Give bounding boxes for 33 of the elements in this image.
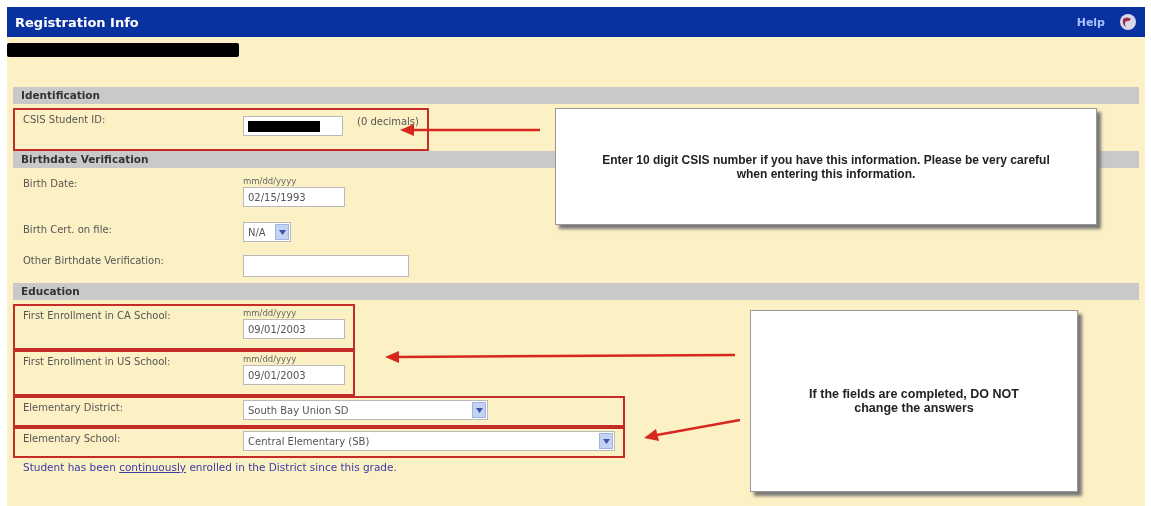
date-input[interactable]: 09/01/2003 (243, 365, 345, 385)
date-input[interactable]: 02/15/1993 (243, 187, 345, 207)
caret-icon (275, 224, 289, 240)
field-label: Birth Cert. on file: (23, 223, 113, 235)
dropdown[interactable]: N/A (243, 222, 291, 242)
field-label: Birth Date: (23, 177, 79, 189)
caret-icon (599, 433, 613, 449)
text-input[interactable] (243, 255, 409, 277)
redaction-bar (248, 120, 320, 132)
globe-icon[interactable] (1119, 13, 1137, 31)
callout: If the fields are completed, DO NOT change the answers (750, 310, 1078, 492)
id-input[interactable] (243, 116, 343, 136)
field-label: First Enrollment in CA School: (23, 309, 172, 321)
info-link[interactable]: continuously (119, 461, 187, 473)
date-input[interactable]: 09/01/2003 (243, 319, 345, 339)
field-label: CSIS Student ID: (23, 113, 107, 125)
field-label: Elementary School: (23, 432, 122, 444)
info-text: Student has been continuously enrolled in the District since this grade. (22, 460, 398, 475)
callout: Enter 10 digit CSIS number if you have this information. Please be very careful when entering this information. (555, 108, 1097, 225)
help-link[interactable]: Help (1076, 15, 1105, 29)
dropdown[interactable]: South Bay Union SD (243, 400, 488, 420)
format-hint: mm/dd/yyyy (243, 308, 298, 318)
caret-icon (472, 402, 486, 418)
dropdown[interactable]: Central Elementary (SB) (243, 431, 615, 451)
field-label: First Enrollment in US School: (23, 355, 172, 367)
section-header: Identification (13, 87, 1139, 104)
field-label: Elementary District: (23, 401, 125, 413)
format-hint: mm/dd/yyyy (243, 354, 298, 364)
section-header: Education (13, 283, 1139, 300)
field-label: Other Birthdate Verification: (23, 254, 165, 266)
field-note: (0 decimals) (357, 115, 419, 127)
format-hint: mm/dd/yyyy (243, 176, 298, 186)
window-title: Registration Info (15, 14, 140, 30)
